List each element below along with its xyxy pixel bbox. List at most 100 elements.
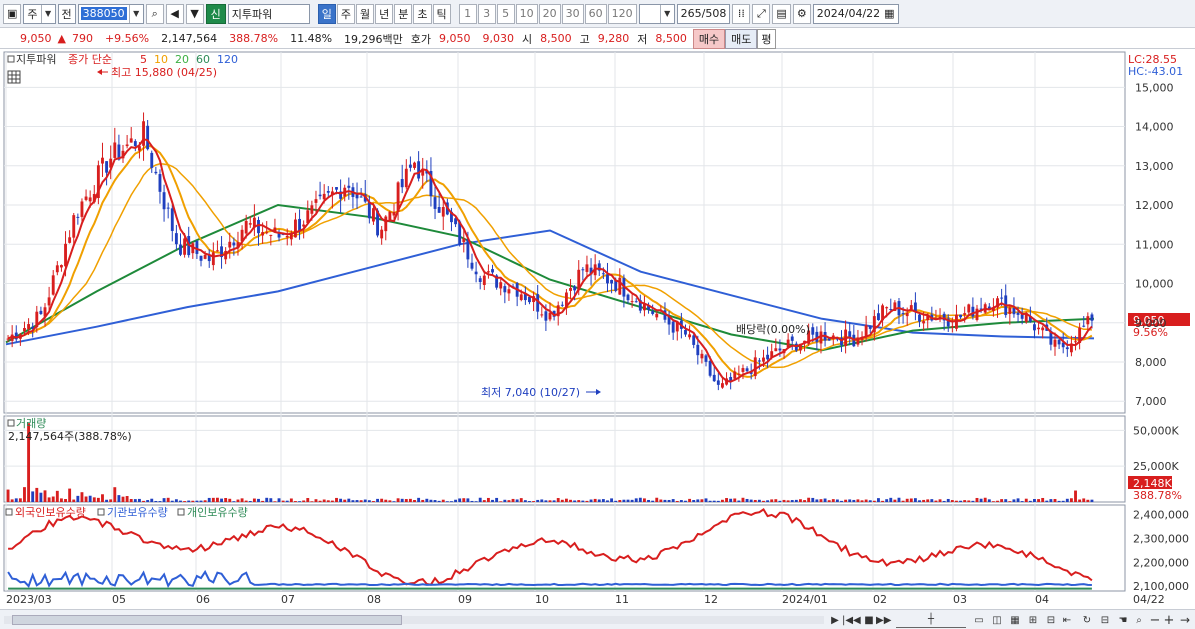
holding-legend: 외국인보유수량 기관보유수량 개인보유수량 — [5, 506, 248, 519]
zoom-out-icon[interactable]: − — [1148, 612, 1162, 628]
arrow-right-icon[interactable]: → — [1178, 612, 1192, 628]
period-tab-1[interactable]: 주 — [336, 3, 356, 24]
chart-scrollbar[interactable]: ▶ |◀◀ ■ ▶▶ ┼ ▭ ◫ ▦ ⊞ ⊟ ⇤ ↻ ⊟ ☚ ⌕ − + → — [0, 609, 1195, 629]
candle-body — [404, 168, 408, 188]
volume-bar — [400, 498, 404, 502]
volume-bar — [852, 499, 856, 502]
candle-body — [1016, 312, 1020, 315]
high-annotation: 최고 15,880 (04/25) — [111, 66, 217, 79]
chart-area[interactable]: 지투파워 종가 단순 5 10 20 60 120 LC:28.55 HC:-43.01… — [0, 50, 1195, 629]
avg-button[interactable]: 평 — [757, 28, 776, 49]
minute-preset-1[interactable]: 1 — [458, 3, 477, 24]
layout-grid-icon[interactable]: ▦ — [1008, 612, 1022, 628]
jump-start-icon[interactable]: |◀◀ — [842, 612, 861, 628]
custom-period-select[interactable]: ▼ — [638, 3, 675, 24]
minute-preset-10[interactable]: 10 — [515, 3, 538, 24]
candle-body — [651, 311, 655, 314]
candle-body — [51, 275, 55, 295]
candle-body — [618, 277, 622, 295]
period-tab-3[interactable]: 년 — [375, 3, 394, 24]
fast-forward-icon[interactable]: ▶▶ — [876, 612, 891, 628]
candle-body — [372, 208, 375, 222]
volume-bar — [462, 498, 466, 502]
volume-bar — [913, 498, 917, 502]
minute-preset-3[interactable]: 3 — [477, 3, 496, 24]
search-icon[interactable]: ⌕ — [1132, 612, 1146, 628]
minute-preset-120[interactable]: 120 — [607, 3, 637, 24]
period-tab-5[interactable]: 초 — [413, 3, 432, 24]
sell-button[interactable]: 매도 — [725, 28, 758, 49]
chevron-down-icon[interactable]: ▼ — [128, 4, 143, 23]
candle-body — [408, 164, 412, 168]
chevron-down-icon[interactable]: ▼ — [40, 4, 55, 23]
chevron-down-icon[interactable]: ▼ — [659, 4, 674, 23]
candle-body — [901, 313, 905, 315]
zoom-slider[interactable]: ┼ — [896, 612, 966, 628]
quote-label: 호가 — [410, 32, 432, 46]
layout-single-icon[interactable]: ▭ — [972, 612, 986, 628]
candle-body — [1057, 339, 1061, 345]
stop-icon[interactable]: ■ — [862, 612, 876, 628]
scroll-thumb[interactable] — [12, 615, 402, 625]
reset-icon[interactable]: ⇤ — [1060, 612, 1074, 628]
chevron-down-icon[interactable]: ▼ — [185, 3, 204, 24]
hc-label: HC:-43.01 — [1128, 65, 1183, 78]
x-tick-label: 2024/01 — [782, 593, 828, 606]
holding-tick-label: 2,300,000 — [1133, 532, 1189, 545]
volume-tick-label: 50,000K — [1133, 424, 1179, 437]
period-tab-6[interactable]: 틱 — [432, 3, 451, 24]
volume-bar — [638, 497, 642, 502]
volume-bar — [647, 499, 650, 502]
candle-body — [712, 374, 716, 382]
zoom-in-icon[interactable]: + — [1162, 612, 1176, 628]
stock-code-input[interactable]: 388050 ▼ — [77, 3, 144, 24]
save-icon[interactable]: ▤ — [772, 3, 791, 24]
grid-icon[interactable]: ⁞⁞ — [732, 3, 751, 24]
layout-quad-icon[interactable]: ⊞ — [1026, 612, 1040, 628]
volume-bar — [166, 497, 170, 502]
chart-canvas[interactable]: 지투파워 종가 단순 5 10 20 60 120 LC:28.55 HC:-43.01… — [0, 50, 1195, 609]
gear-icon[interactable]: ⚙ — [792, 3, 811, 24]
volume-bar — [622, 499, 626, 502]
prev-select[interactable]: 전 — [57, 3, 76, 24]
window-icon[interactable]: ▣ — [3, 3, 22, 24]
minute-preset-60[interactable]: 60 — [584, 3, 607, 24]
volume-bar — [618, 500, 622, 502]
draw-tool-icon[interactable]: ⤢ — [752, 3, 771, 24]
calendar-icon[interactable]: ▦ — [884, 7, 894, 20]
bar-count-field[interactable]: 265 /508 — [676, 3, 731, 24]
volume-bar — [790, 500, 794, 502]
scroll-right-icon[interactable]: ▶ — [828, 612, 842, 628]
minute-preset-30[interactable]: 30 — [561, 3, 584, 24]
search-icon[interactable]: ⌕ — [145, 3, 164, 24]
volume-bar — [183, 501, 187, 502]
period-tab-2[interactable]: 월 — [356, 3, 375, 24]
candle-body — [630, 301, 634, 303]
volume-bar — [458, 498, 462, 502]
candle-body — [967, 304, 971, 313]
volume-bar — [113, 487, 117, 502]
minute-preset-5[interactable]: 5 — [496, 3, 515, 24]
volume-bar — [922, 499, 926, 502]
candle-body — [811, 327, 815, 335]
buy-button[interactable]: 매수 — [692, 28, 726, 49]
volume-bar — [298, 501, 301, 502]
volume-bar — [511, 498, 515, 502]
candle-body — [950, 326, 954, 328]
stock-name-field[interactable]: 지투파워 — [227, 3, 310, 24]
layout-split-icon[interactable]: ◫ — [990, 612, 1004, 628]
sound-icon[interactable]: ◀ — [165, 3, 184, 24]
period-tab-4[interactable]: 분 — [394, 3, 413, 24]
refresh-icon[interactable]: ↻ — [1080, 612, 1094, 628]
candle-body — [228, 241, 232, 248]
period-tab-0[interactable]: 일 — [317, 3, 336, 24]
market-select[interactable]: 주 ▼ — [23, 3, 56, 24]
hand-icon[interactable]: ☚ — [1116, 612, 1130, 628]
layout-wide-icon[interactable]: ⊟ — [1044, 612, 1058, 628]
open-label: 시 — [522, 32, 533, 46]
minute-preset-20[interactable]: 20 — [538, 3, 561, 24]
date-field[interactable]: 2024/04/22 ▦ — [812, 3, 899, 24]
chart-settings-icon[interactable]: ⊟ — [1098, 612, 1112, 628]
table-icon[interactable] — [7, 70, 21, 84]
volume-bar — [35, 487, 39, 502]
